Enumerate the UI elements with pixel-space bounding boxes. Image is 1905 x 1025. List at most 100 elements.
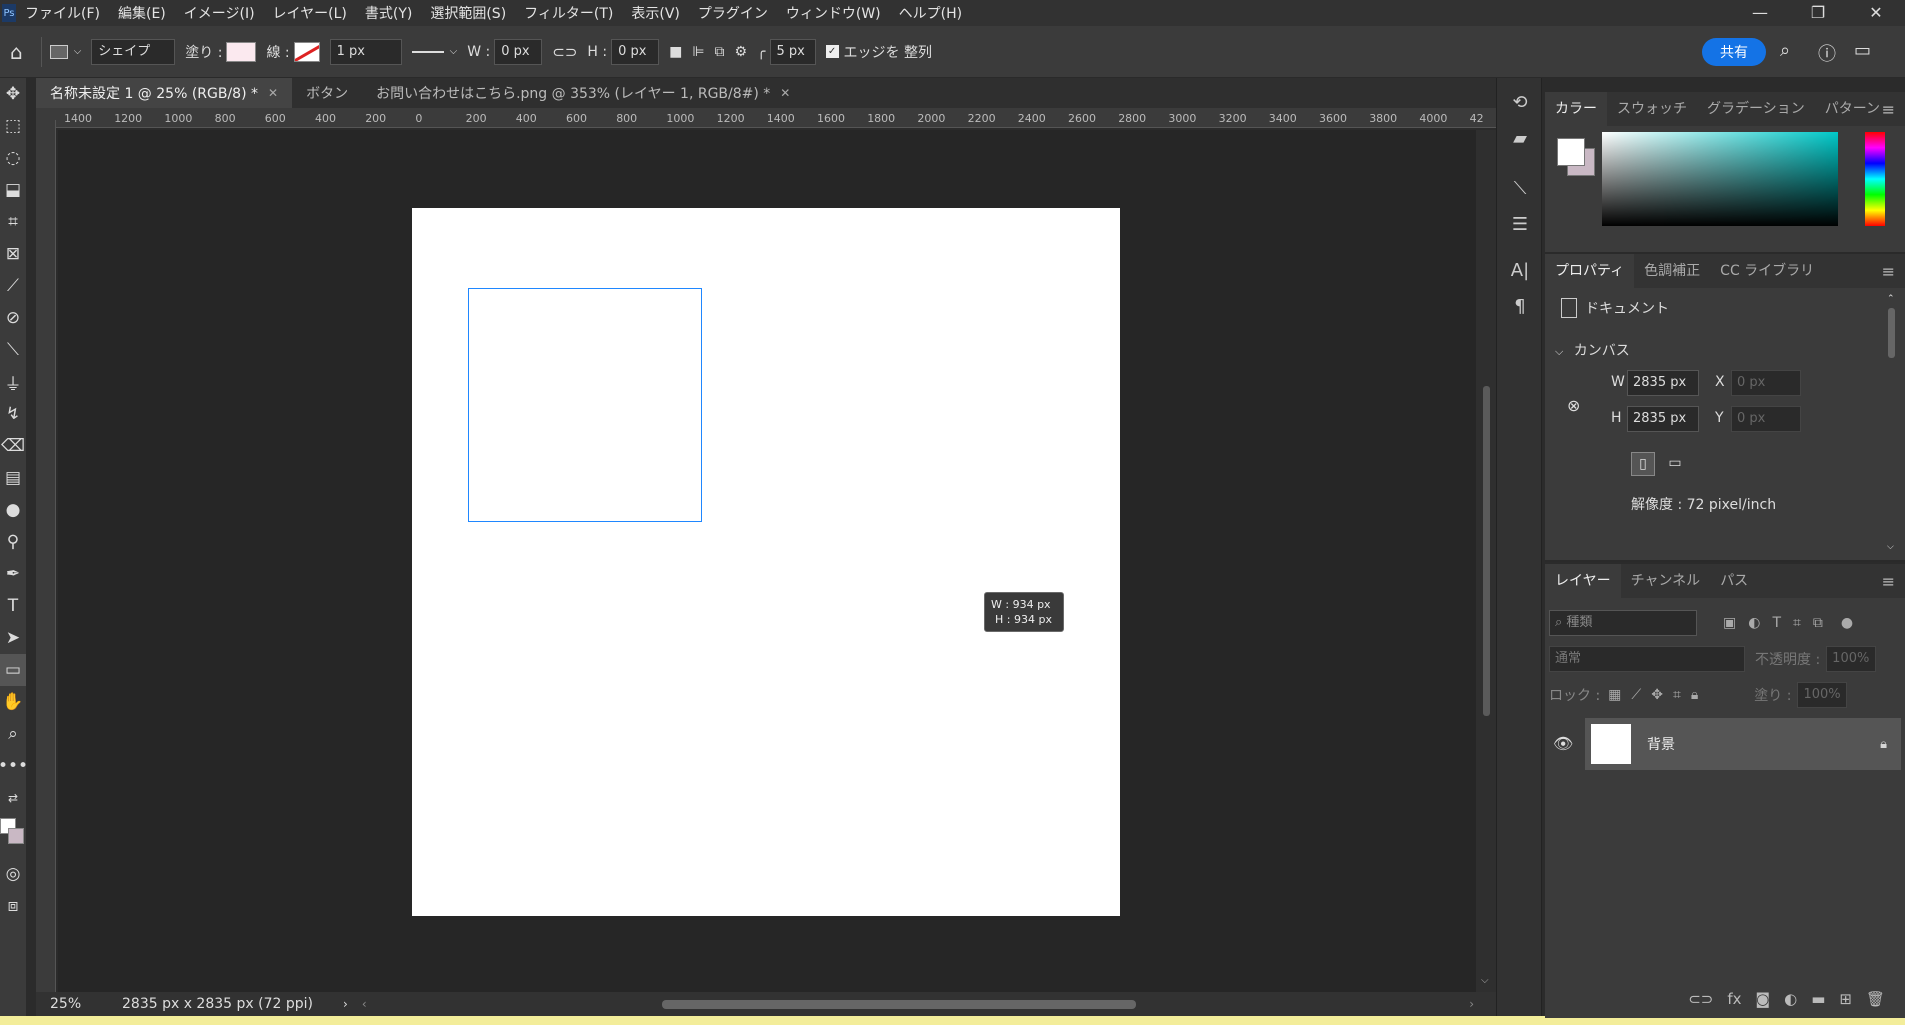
new-layer-icon[interactable]: ⊞: [1839, 990, 1852, 1016]
stroke-type-select[interactable]: ⌵: [411, 46, 457, 57]
tab-channels[interactable]: チャンネル: [1621, 564, 1711, 598]
menu-view[interactable]: 表示(V): [622, 3, 689, 23]
workspace-icon[interactable]: ▭: [1854, 40, 1871, 61]
eraser-tool[interactable]: ⌫: [0, 430, 26, 462]
canvas-height-field[interactable]: 2835 px: [1627, 406, 1699, 432]
menu-filter[interactable]: フィルター(T): [515, 3, 622, 23]
zoom-tool[interactable]: ⌕: [0, 718, 26, 750]
color-swatches[interactable]: [0, 814, 26, 858]
menu-window[interactable]: ウィンドウ(W): [777, 3, 890, 23]
close-icon[interactable]: ✕: [780, 86, 790, 100]
tab-button[interactable]: ボタン: [292, 78, 362, 108]
panel-menu-icon[interactable]: ≡: [1882, 572, 1895, 591]
close-icon[interactable]: ✕: [268, 86, 278, 100]
settings-button[interactable]: ⚙: [735, 44, 748, 60]
height-field[interactable]: 0 px: [611, 38, 660, 65]
comments-panel-button[interactable]: ▰: [1497, 120, 1543, 156]
lock-all-icon[interactable]: 🔒︎: [1691, 687, 1698, 703]
layer-fill-field[interactable]: 100%: [1797, 682, 1848, 708]
filter-adjustment-icon[interactable]: ◐: [1748, 615, 1760, 631]
hand-tool[interactable]: ✋: [0, 686, 26, 718]
history-panel-button[interactable]: ⟲: [1497, 84, 1543, 120]
fx-icon[interactable]: fx: [1727, 990, 1741, 1016]
new-group-icon[interactable]: ▬: [1811, 990, 1825, 1016]
crop-tool[interactable]: ⌗: [0, 206, 26, 238]
filter-smart-object-icon[interactable]: ⧉: [1813, 615, 1823, 631]
filter-shape-icon[interactable]: ⌗: [1793, 615, 1801, 631]
history-brush-tool[interactable]: ↯: [0, 398, 26, 430]
home-button[interactable]: ⌂: [10, 40, 23, 64]
brush-tool[interactable]: ⟍: [0, 334, 26, 366]
tab-adjustments[interactable]: 色調補正: [1634, 254, 1710, 288]
chevron-right-icon[interactable]: ›: [343, 997, 348, 1011]
tab-contact-png[interactable]: お問い合わせはこちら.png @ 353% (レイヤー 1, RGB/8#) *…: [362, 78, 804, 108]
path-alignment-button[interactable]: ⊫: [692, 44, 704, 60]
menu-edit[interactable]: 編集(E): [109, 3, 175, 23]
lasso-tool[interactable]: ◌: [0, 142, 26, 174]
scrollbar-thumb[interactable]: [1888, 308, 1895, 358]
filter-pixel-icon[interactable]: ▣: [1723, 615, 1736, 631]
swap-colors-button[interactable]: ⇄: [0, 782, 26, 814]
tab-properties[interactable]: プロパティ: [1545, 254, 1635, 288]
chevron-down-icon[interactable]: ⌵: [1481, 975, 1489, 986]
healing-brush-tool[interactable]: ⊘: [0, 302, 26, 334]
menu-plugins[interactable]: プラグイン: [689, 3, 777, 23]
width-field[interactable]: 0 px: [494, 38, 543, 65]
lock-artboard-icon[interactable]: ⌗: [1673, 687, 1681, 703]
menu-type[interactable]: 書式(Y): [356, 3, 421, 23]
search-icon[interactable]: ⌕: [1780, 40, 1790, 61]
menu-select[interactable]: 選択範囲(S): [421, 3, 515, 23]
foreground-color-swatch[interactable]: [1557, 138, 1585, 166]
delete-layer-icon[interactable]: 🗑︎: [1866, 990, 1885, 1016]
tab-swatches[interactable]: スウォッチ: [1607, 92, 1697, 126]
blur-tool[interactable]: ●: [0, 494, 26, 526]
rectangle-tool[interactable]: ▭: [0, 654, 26, 686]
rectangle-shape-preview[interactable]: [468, 288, 702, 522]
lock-image-icon[interactable]: ⟋: [1631, 687, 1641, 703]
paragraph-panel-button[interactable]: ¶: [1497, 288, 1543, 324]
corner-radius-field[interactable]: 5 px: [769, 38, 816, 65]
lock-position-icon[interactable]: ✥: [1651, 687, 1663, 703]
dodge-tool[interactable]: ⚲: [0, 526, 26, 558]
chevron-right-icon[interactable]: ›: [1469, 997, 1474, 1011]
close-window-button[interactable]: ✕: [1847, 0, 1905, 26]
help-icon[interactable]: ⓘ: [1818, 40, 1836, 66]
tab-layers[interactable]: レイヤー: [1545, 564, 1621, 598]
panel-menu-icon[interactable]: ≡: [1882, 262, 1895, 281]
quick-mask-button[interactable]: ◎: [0, 858, 26, 890]
horizontal-scrollbar-thumb[interactable]: [662, 1000, 1136, 1009]
brush-settings-button[interactable]: ⟍: [1497, 170, 1543, 206]
gradient-tool[interactable]: ▤: [0, 462, 26, 494]
eyedropper-tool[interactable]: ⟋: [0, 270, 26, 302]
frame-tool[interactable]: ⊠: [0, 238, 26, 270]
vertical-scrollbar[interactable]: ⌵: [1476, 130, 1496, 992]
tab-paths[interactable]: パス: [1710, 564, 1758, 598]
screen-mode-button[interactable]: ⧈: [0, 890, 26, 922]
canvas-width-field[interactable]: 2835 px: [1627, 370, 1699, 396]
add-mask-icon[interactable]: ◙: [1756, 990, 1771, 1016]
link-icon[interactable]: ⊗: [1567, 396, 1580, 415]
new-adjustment-icon[interactable]: ◐: [1784, 990, 1797, 1016]
pen-tool[interactable]: ✒: [0, 558, 26, 590]
filter-toggle-icon[interactable]: ●: [1841, 615, 1853, 631]
tool-preset-picker[interactable]: ⌵: [49, 44, 81, 59]
stroke-width-field[interactable]: 1 px: [329, 38, 402, 65]
tab-color[interactable]: カラー: [1545, 92, 1607, 126]
link-layers-icon[interactable]: ⊂⊃: [1688, 990, 1713, 1016]
properties-scrollbar[interactable]: ⌃ ⌵: [1887, 294, 1897, 552]
stroke-swatch[interactable]: [293, 41, 320, 62]
panel-menu-icon[interactable]: ≡: [1882, 100, 1895, 119]
menu-image[interactable]: イメージ(I): [175, 3, 264, 23]
minimize-button[interactable]: —: [1731, 0, 1789, 26]
align-edges-checkbox[interactable]: ✓ エッジを 整列: [825, 42, 932, 62]
filter-type-icon[interactable]: T: [1772, 615, 1781, 631]
blend-mode-select[interactable]: 通常: [1549, 646, 1745, 672]
object-select-tool[interactable]: ⬓: [0, 174, 26, 206]
more-tools-button[interactable]: •••: [0, 750, 28, 782]
marquee-tool[interactable]: ⬚: [0, 110, 26, 142]
menu-file[interactable]: ファイル(F): [16, 3, 109, 23]
chevron-left-icon[interactable]: ‹: [362, 997, 367, 1011]
path-arrangement-button[interactable]: ⧉: [715, 44, 725, 60]
path-select-tool[interactable]: ➤: [0, 622, 26, 654]
canvas-section-header[interactable]: ⌵ カンバス: [1555, 340, 1630, 360]
